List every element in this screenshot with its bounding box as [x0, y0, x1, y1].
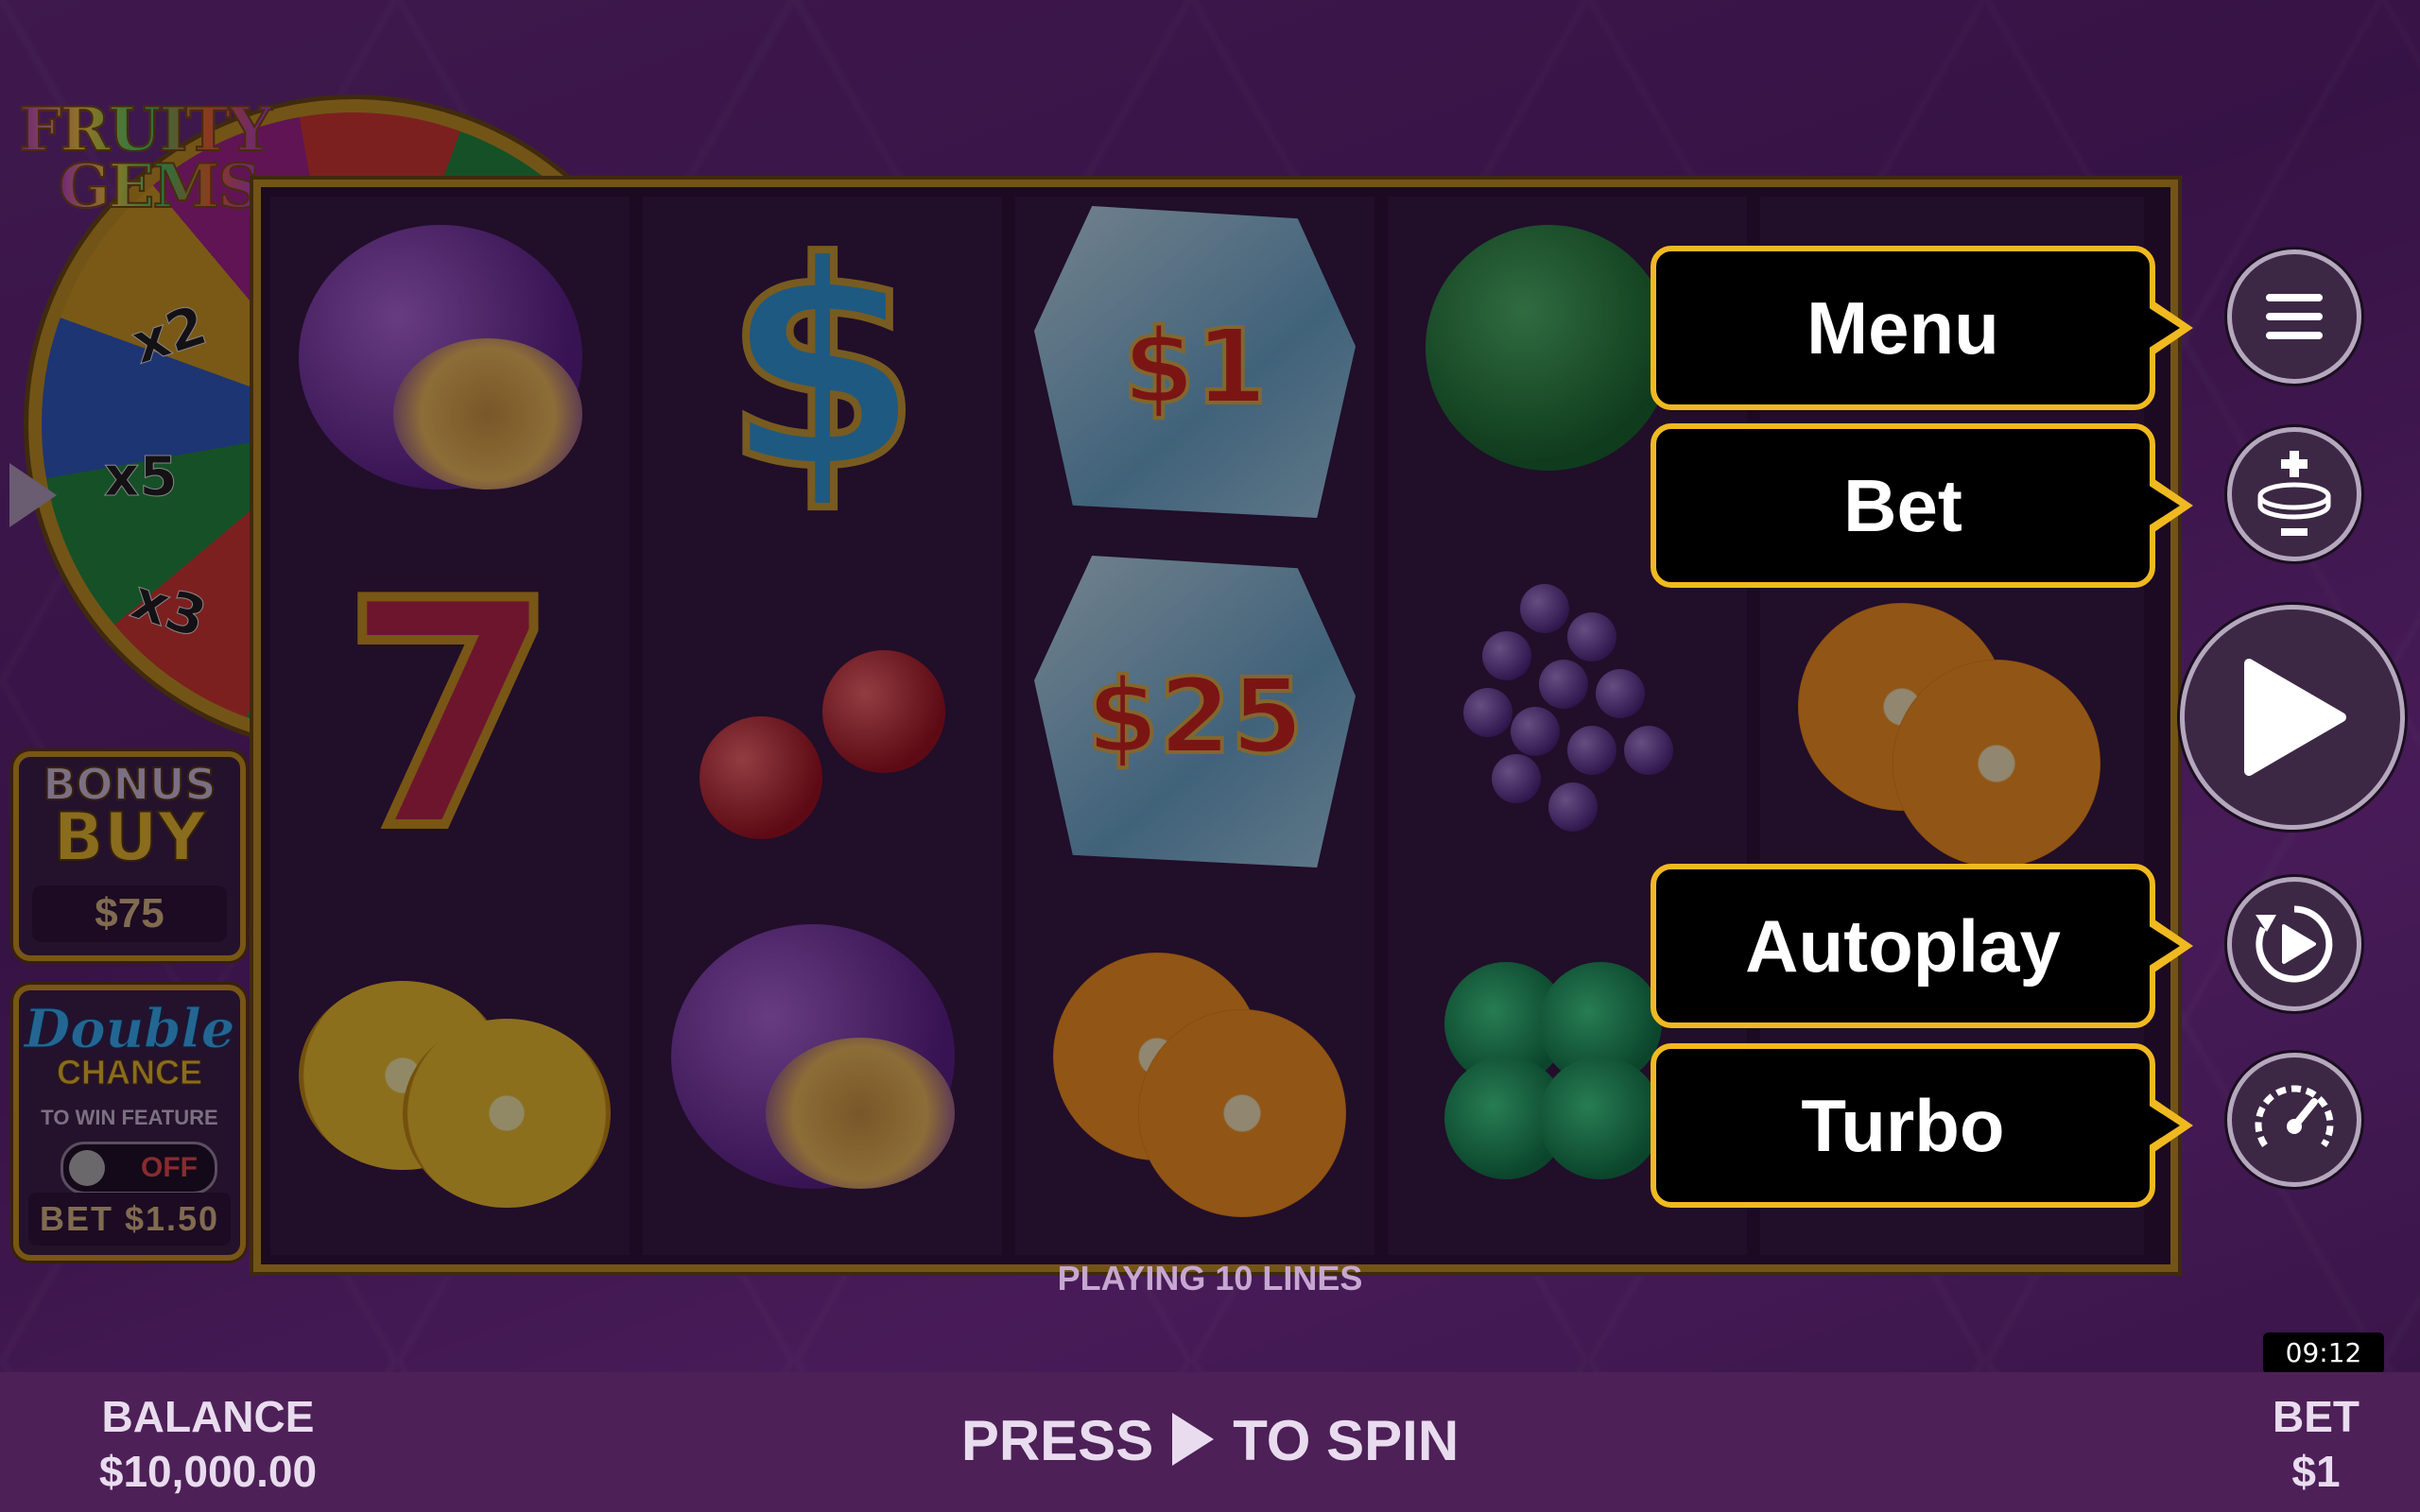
turbo-gauge-icon: [2255, 1085, 2334, 1148]
hamburger-icon: [2266, 294, 2323, 339]
bet-label: BET: [2273, 1392, 2360, 1441]
lines-indicator: PLAYING 10 LINES: [1057, 1259, 1363, 1297]
turbo-button[interactable]: [2227, 1053, 2361, 1187]
play-icon: [1172, 1413, 1215, 1466]
bet-callout-label: Bet: [1843, 463, 1962, 547]
turbo-callout-label: Turbo: [1801, 1083, 2005, 1167]
bet-coin-icon: [2257, 451, 2331, 536]
autoplay-callout[interactable]: Autoplay: [1651, 864, 2193, 1028]
bet-callout[interactable]: Bet: [1651, 423, 2193, 588]
autoplay-callout-label: Autoplay: [1745, 903, 2061, 988]
bet-button[interactable]: [2227, 427, 2361, 561]
menu-callout-label: Menu: [1806, 285, 1999, 369]
play-icon: [2244, 659, 2346, 776]
spin-button[interactable]: [2180, 605, 2405, 830]
menu-callout[interactable]: Menu: [1651, 246, 2193, 410]
footer-bar: BALANCE $10,000.00 PRESS TO SPIN BET $1: [0, 1372, 2420, 1512]
clock: 09:12: [2263, 1332, 2384, 1374]
press-text: PRESS: [960, 1409, 1154, 1472]
to-spin-text: TO SPIN: [1233, 1409, 1460, 1472]
autoplay-button[interactable]: [2227, 877, 2361, 1011]
bet-value: $1: [2291, 1447, 2341, 1496]
turbo-callout[interactable]: Turbo: [1651, 1043, 2193, 1208]
autoplay-icon: [2256, 905, 2333, 983]
bet-display: BET $1: [2250, 1391, 2382, 1497]
menu-button[interactable]: [2227, 249, 2361, 384]
press-to-spin: PRESS TO SPIN: [0, 1408, 2420, 1473]
